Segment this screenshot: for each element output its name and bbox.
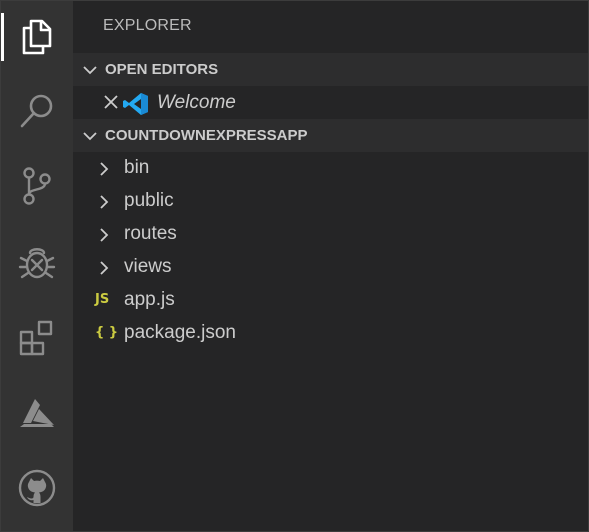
activity-source-control[interactable]: [1, 156, 73, 216]
tree-folder-views[interactable]: views: [73, 251, 588, 284]
files-icon: [19, 17, 55, 57]
tree-file-app-js[interactable]: JS app.js: [73, 284, 588, 317]
tree-item-label: app.js: [124, 289, 175, 310]
azure-icon: [18, 397, 56, 429]
open-editors-header[interactable]: OPEN EDITORS: [73, 53, 588, 86]
search-icon: [18, 92, 56, 130]
sidebar-title: EXPLORER: [103, 17, 192, 34]
tree-item-label: package.json: [124, 322, 236, 343]
github-icon: [18, 469, 56, 507]
tree-folder-routes[interactable]: routes: [73, 218, 588, 251]
javascript-file-icon: JS: [95, 292, 110, 307]
activity-github[interactable]: [1, 458, 73, 518]
chevron-right-icon: [99, 194, 109, 215]
debug-icon: [17, 243, 57, 283]
chevron-down-icon: [73, 65, 105, 75]
json-file-icon: { }: [95, 325, 119, 340]
tree-item-label: routes: [124, 223, 177, 244]
activity-azure[interactable]: [1, 383, 73, 443]
tree-folder-public[interactable]: public: [73, 185, 588, 218]
tree-item-label: views: [124, 256, 172, 277]
project-header[interactable]: COUNTDOWNEXPRESSAPP: [73, 119, 588, 152]
open-editors-label: OPEN EDITORS: [105, 61, 219, 78]
open-editor-label: Welcome: [157, 92, 236, 113]
open-editor-item[interactable]: Welcome: [73, 86, 588, 119]
activity-search[interactable]: [1, 81, 73, 141]
activity-extensions[interactable]: [1, 308, 73, 368]
tree-folder-bin[interactable]: bin: [73, 152, 588, 185]
source-control-icon: [20, 166, 54, 206]
chevron-right-icon: [99, 161, 109, 182]
tree-file-package-json[interactable]: { } package.json: [73, 317, 588, 350]
activity-bar: [1, 1, 73, 531]
close-icon[interactable]: [103, 94, 119, 115]
chevron-right-icon: [99, 227, 109, 248]
activity-explorer[interactable]: [1, 7, 73, 67]
project-label: COUNTDOWNEXPRESSAPP: [105, 127, 308, 144]
chevron-down-icon: [73, 131, 105, 141]
tree-item-label: bin: [124, 157, 150, 178]
activity-debug[interactable]: [1, 233, 73, 293]
extensions-icon: [18, 319, 56, 357]
explorer-sidebar: EXPLORER OPEN EDITORS Welcome COUNTDOWNE…: [73, 1, 588, 531]
tree-item-label: public: [124, 190, 174, 211]
chevron-right-icon: [99, 260, 109, 281]
vscode-window: EXPLORER OPEN EDITORS Welcome COUNTDOWNE…: [0, 0, 589, 532]
vscode-icon: [123, 92, 149, 121]
